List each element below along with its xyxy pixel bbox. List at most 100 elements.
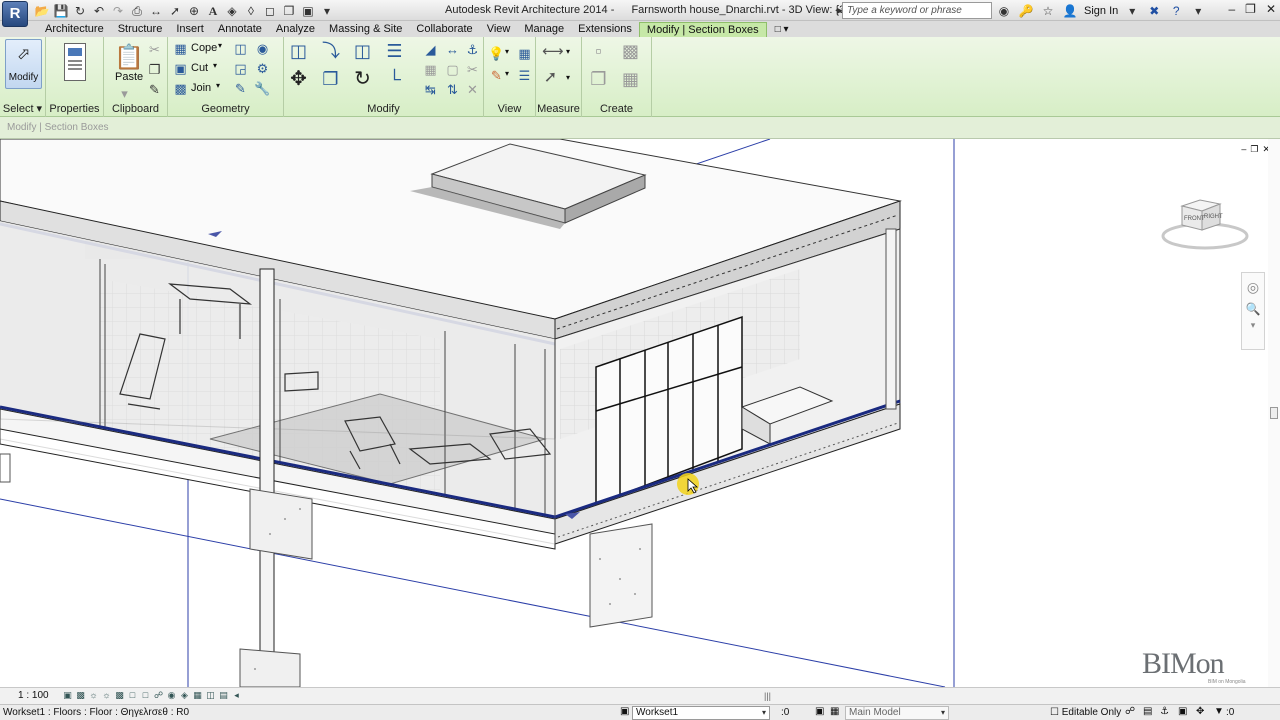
align-icon[interactable]: ◫ xyxy=(290,42,307,60)
unpin-icon[interactable]: ⇅ xyxy=(444,81,461,98)
override-graphics-icon[interactable]: ▦ xyxy=(516,45,533,62)
dimension-dropdown-icon[interactable]: ▾ xyxy=(566,73,570,82)
exchange-icon[interactable]: ✖ xyxy=(1146,3,1162,19)
application-menu-button[interactable]: R xyxy=(2,1,28,27)
tab-extensions[interactable]: Extensions xyxy=(571,22,639,37)
mirror-draw-icon[interactable]: ☰ xyxy=(386,42,403,60)
type-properties-icon[interactable] xyxy=(64,43,86,81)
trim-multiple-icon[interactable]: ↹ xyxy=(422,81,439,98)
workset-select[interactable]: Workset1 ▾ xyxy=(632,706,770,720)
close-icon[interactable]: ✕ xyxy=(1266,2,1276,16)
filter-selection-icon[interactable]: ▼ xyxy=(1214,706,1224,717)
unjoin-icon[interactable]: 🔧 xyxy=(254,80,271,97)
reveal-hidden-icon[interactable]: ◈ xyxy=(179,689,190,701)
temp-view-props-icon[interactable]: ▦ xyxy=(192,689,203,701)
viewcube-right-label[interactable]: RIGHT xyxy=(1204,214,1223,220)
workset-icon[interactable]: ▣ xyxy=(620,706,629,717)
match-type-icon[interactable]: ✎ xyxy=(146,81,163,98)
redo-icon[interactable]: ↷ xyxy=(110,3,126,19)
create-similar-icon[interactable]: ▦ xyxy=(622,70,639,88)
cope-dropdown-icon[interactable]: ▾ xyxy=(218,41,222,50)
dimension-icon[interactable]: ➚ xyxy=(167,3,183,19)
3d-view-icon[interactable]: ◈ xyxy=(224,3,240,19)
select-pinned-icon[interactable]: ⚓ xyxy=(1160,706,1169,717)
linework-icon[interactable]: ✎ xyxy=(488,67,505,84)
tab-view[interactable]: View xyxy=(480,22,518,37)
cope-label[interactable]: Cope xyxy=(191,42,217,54)
cut-geometry-icon[interactable]: ▣ xyxy=(172,60,189,77)
design-options-editing-icon[interactable]: ▦ xyxy=(830,706,839,717)
show-crop-icon[interactable]: □ xyxy=(140,689,151,701)
design-option-select[interactable]: Main Model ▾ xyxy=(845,706,949,720)
help-dropdown-icon[interactable]: ▾ xyxy=(1190,3,1206,19)
close-hidden-icon[interactable]: ❐ xyxy=(281,3,297,19)
view-control-arrow-icon[interactable]: ◂ xyxy=(231,689,242,701)
viewcube[interactable]: FRONT RIGHT xyxy=(1160,194,1250,254)
panel-properties-title[interactable]: Properties xyxy=(46,103,103,115)
save-icon[interactable]: 💾 xyxy=(53,3,69,19)
text-icon[interactable]: A xyxy=(205,3,221,19)
user-icon[interactable]: 👤 xyxy=(1062,3,1078,19)
print-icon[interactable]: ⎙ xyxy=(129,3,145,19)
tab-annotate[interactable]: Annotate xyxy=(211,22,269,37)
rotate-icon[interactable]: ↻ xyxy=(354,69,371,89)
tab-collaborate[interactable]: Collaborate xyxy=(409,22,479,37)
render-icon[interactable]: ▩ xyxy=(114,689,125,701)
tab-structure[interactable]: Structure xyxy=(111,22,170,37)
wall-joins-icon[interactable]: ◫ xyxy=(232,40,249,57)
lock-view-icon[interactable]: ☍ xyxy=(153,689,164,701)
create-parts-icon[interactable]: ▩ xyxy=(622,42,639,60)
split-face-icon[interactable]: ◲ xyxy=(232,60,249,77)
viewcube-front-label[interactable]: FRONT xyxy=(1184,216,1205,222)
paste-icon[interactable]: 📋 xyxy=(114,43,144,72)
measure-between-icon[interactable]: ⟷ xyxy=(542,43,564,60)
navbar-dropdown-icon[interactable]: ▾ xyxy=(1242,320,1264,331)
tab-modify-section-boxes[interactable]: Modify | Section Boxes xyxy=(638,22,767,37)
select-links-icon[interactable]: ☍ xyxy=(1125,706,1135,717)
scale-icon[interactable]: ▢ xyxy=(444,61,461,78)
scrollbar-thumb[interactable] xyxy=(1270,407,1278,419)
offset-icon[interactable]: ⤵ xyxy=(322,42,340,60)
cope-icon[interactable]: ▦ xyxy=(172,40,189,57)
split-gap-icon[interactable]: ↔ xyxy=(444,41,461,58)
remove-paint-icon[interactable]: ✎ xyxy=(232,80,249,97)
section-icon[interactable]: ◊ xyxy=(243,3,259,19)
binoculars-icon[interactable]: ◉ xyxy=(996,3,1012,19)
favorites-icon[interactable]: ☆ xyxy=(1040,3,1056,19)
viewport-scrollbar-vertical[interactable] xyxy=(1268,139,1280,687)
workset-dropdown-icon[interactable]: ▾ xyxy=(762,707,766,719)
hide-dropdown-icon[interactable]: ▾ xyxy=(505,47,509,56)
measure-dropdown-icon[interactable]: ▾ xyxy=(566,47,570,56)
modify-button[interactable]: ⬀ Modify xyxy=(5,39,42,89)
design-option-dropdown-icon[interactable]: ▾ xyxy=(941,707,945,719)
paint-icon[interactable]: ◉ xyxy=(254,40,271,57)
move-icon[interactable]: ✥ xyxy=(290,69,307,89)
help-search-input[interactable]: Type a keyword or phrase xyxy=(842,2,992,19)
join-label[interactable]: Join xyxy=(191,82,211,94)
select-by-face-icon[interactable]: ▣ xyxy=(1178,706,1187,717)
view-restore-icon[interactable]: ❐ xyxy=(1250,144,1258,155)
detail-level-icon[interactable]: ▣ xyxy=(62,689,73,701)
paste-dropdown-icon[interactable]: ▾ xyxy=(116,85,133,102)
trim-icon[interactable]: ✂ xyxy=(464,61,481,78)
create-group-icon[interactable]: ❐ xyxy=(590,70,607,88)
delete-icon[interactable]: ✕ xyxy=(464,81,481,98)
sign-in-button[interactable]: Sign In xyxy=(1084,5,1118,17)
tag-icon[interactable]: ⊕ xyxy=(186,3,202,19)
temp-hide-icon[interactable]: ◉ xyxy=(166,689,177,701)
subscription-icon[interactable]: 🔑 xyxy=(1018,3,1034,19)
tab-architecture[interactable]: Architecture xyxy=(38,22,111,37)
mirror-pick-icon[interactable]: ◫ xyxy=(354,42,371,60)
view-scale[interactable]: 1 : 100 xyxy=(18,690,49,701)
panel-select-title[interactable]: Select ▾ xyxy=(0,102,45,115)
switch-windows-icon[interactable]: ▣ xyxy=(300,3,316,19)
cut-label[interactable]: Cut xyxy=(191,62,208,74)
restore-icon[interactable]: ❐ xyxy=(1245,2,1256,16)
3d-viewport[interactable]: – ❐ ✕ FRONT RIGHT ◎ 🔍 ▾ BIMon BIM on Mon… xyxy=(0,139,1280,687)
join-dropdown-icon[interactable]: ▾ xyxy=(216,81,220,90)
cut-clipboard-icon[interactable]: ✂ xyxy=(146,41,163,58)
highlight-displacement-icon[interactable]: ▤ xyxy=(218,689,229,701)
model-canvas[interactable] xyxy=(0,139,1268,687)
measure-icon[interactable]: ↔ xyxy=(148,3,164,19)
sync-icon[interactable]: ↻ xyxy=(72,3,88,19)
